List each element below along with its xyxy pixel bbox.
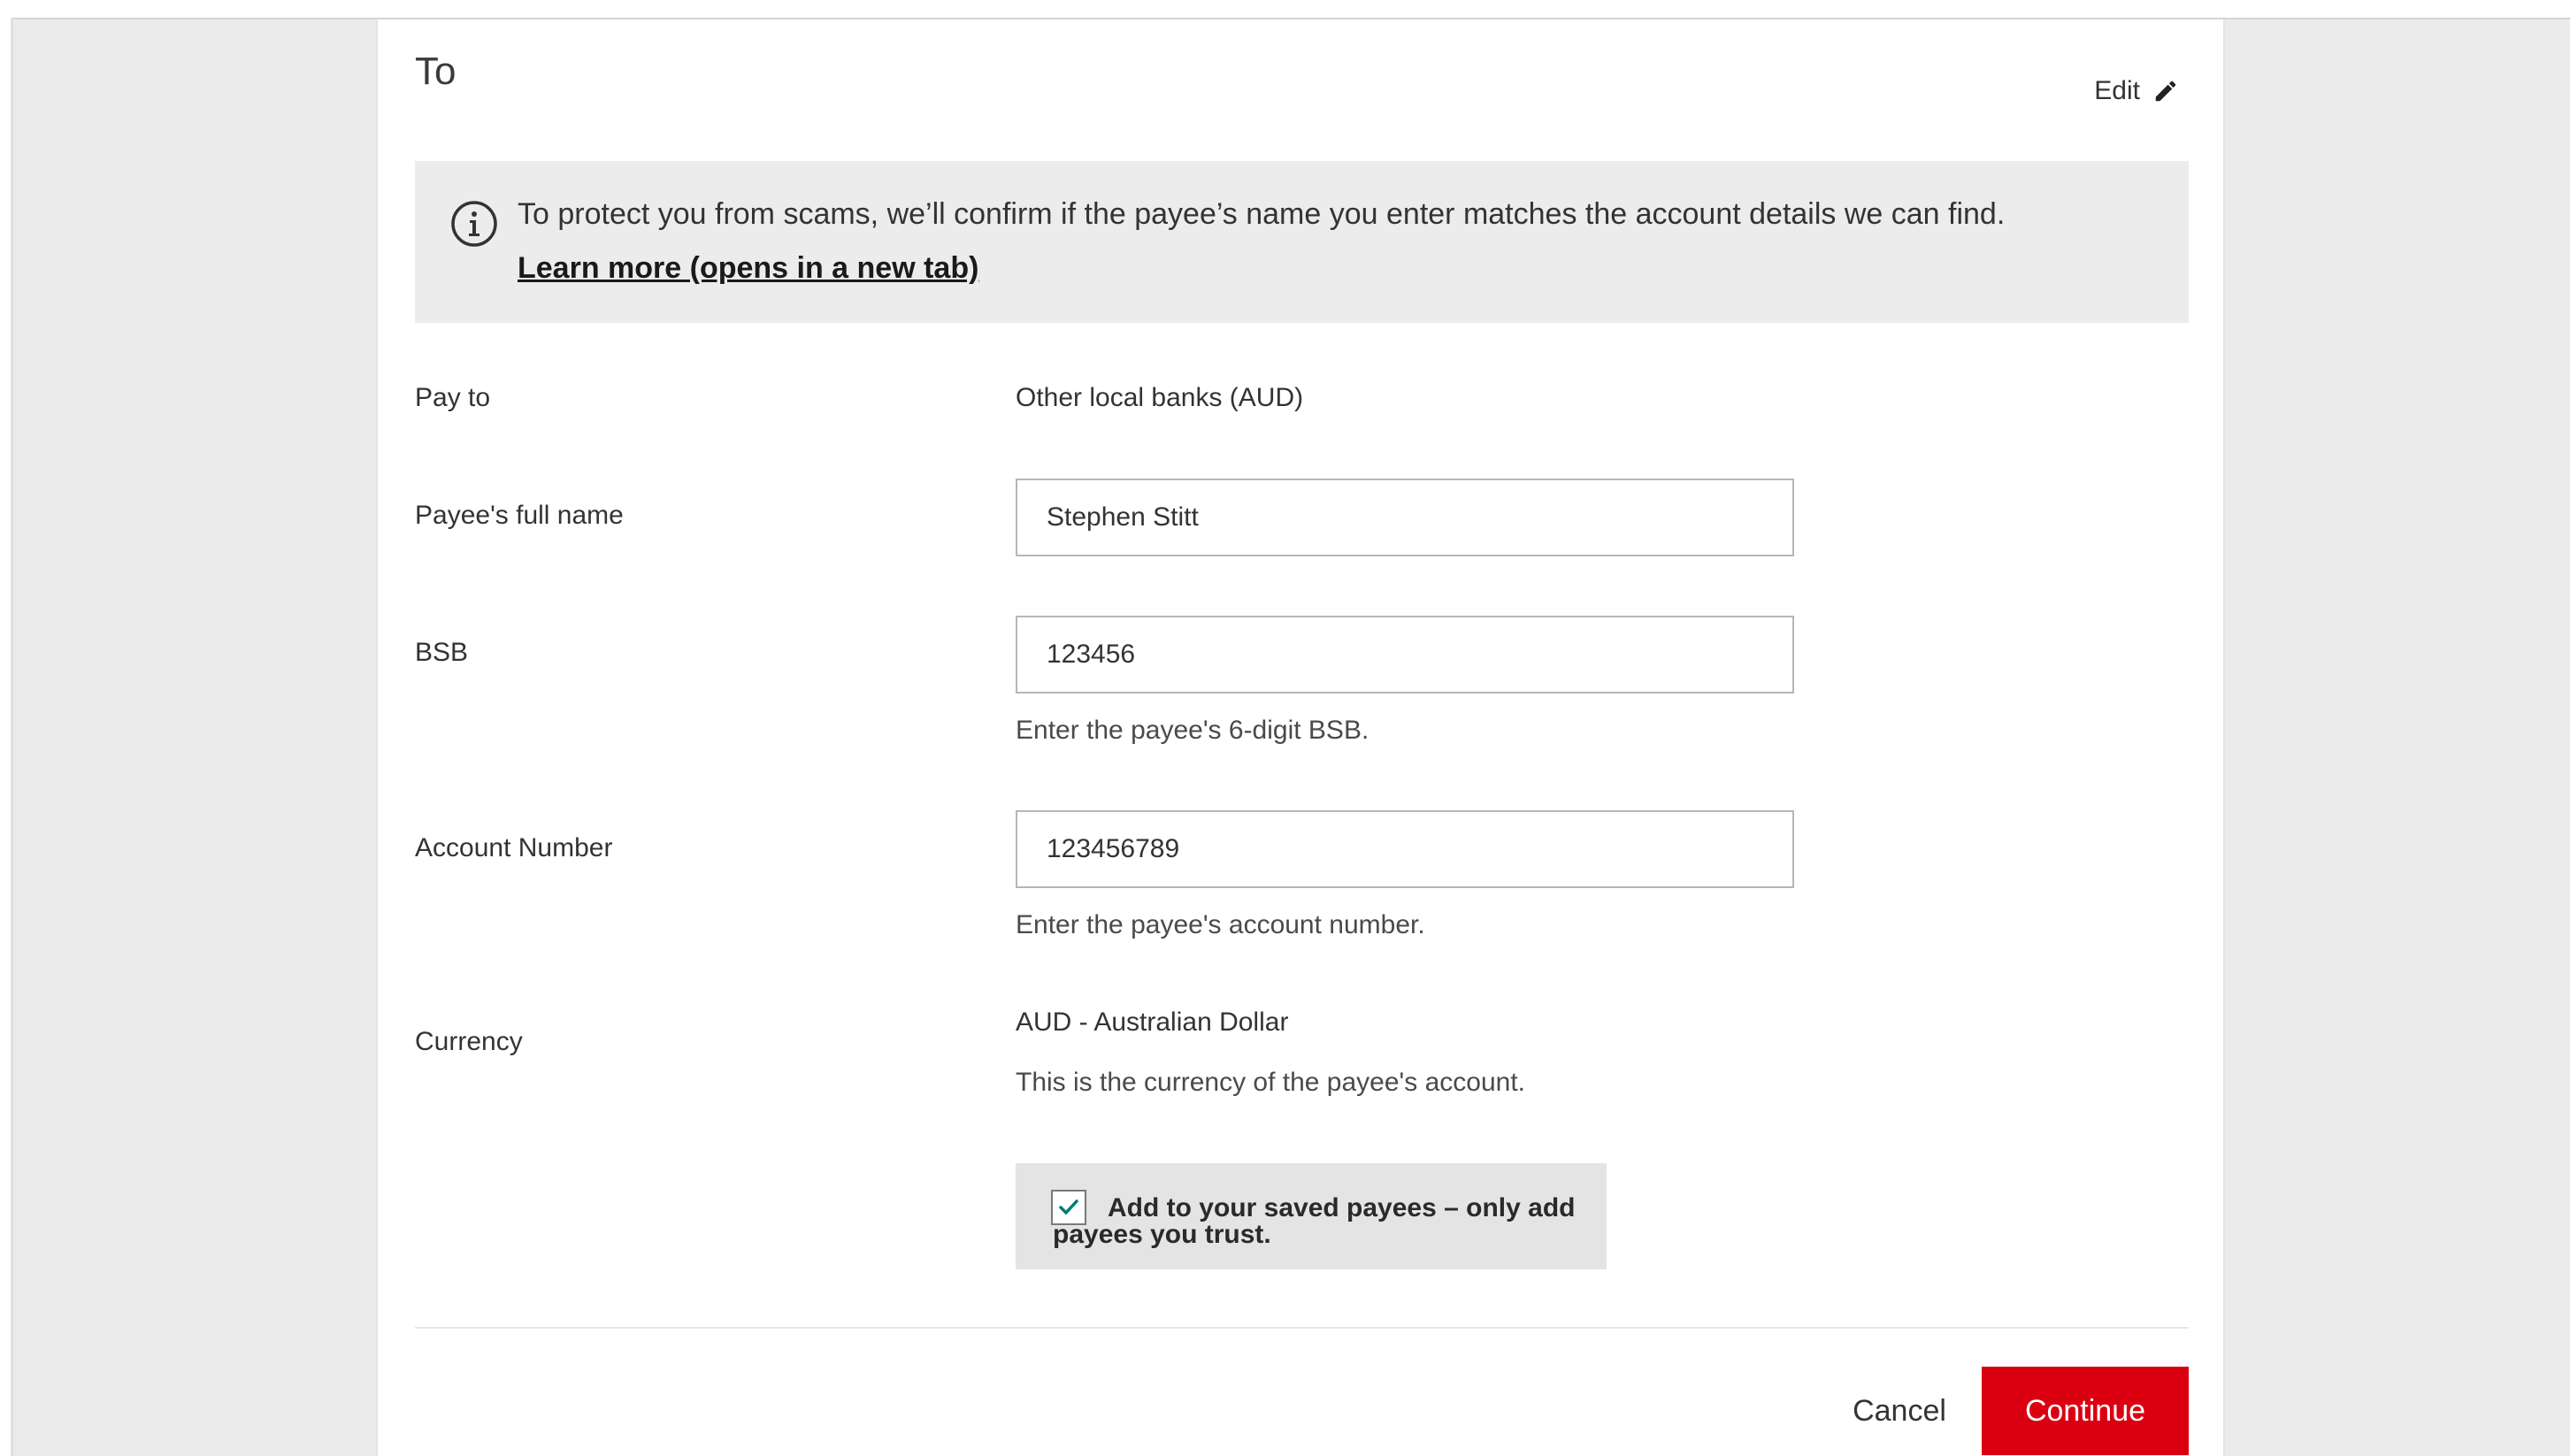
learn-more-link[interactable]: Learn more (opens in a new tab) <box>518 251 978 286</box>
section-title: To <box>415 50 456 93</box>
banner-text: To protect you from scams, we’ll confirm… <box>518 197 2006 231</box>
edit-button[interactable]: Edit <box>2094 76 2179 106</box>
edit-label: Edit <box>2094 76 2140 105</box>
bsb-hint: Enter the payee's 6-digit BSB. <box>1016 716 1369 745</box>
account-number-hint: Enter the payee's account number. <box>1016 910 1425 939</box>
bsb-label: BSB <box>415 638 469 667</box>
currency-label: Currency <box>415 1027 523 1056</box>
scam-protection-banner: To protect you from scams, we’ll confirm… <box>415 161 2189 323</box>
cancel-button[interactable]: Cancel <box>1829 1367 1970 1455</box>
actions-divider <box>415 1327 2189 1329</box>
pay-to-label: Pay to <box>415 383 491 412</box>
bsb-input[interactable] <box>1016 616 1794 694</box>
info-icon <box>451 201 497 247</box>
payee-name-label: Payee's full name <box>415 501 624 530</box>
pay-to-value: Other local banks (AUD) <box>1016 383 1304 412</box>
save-payee-label[interactable]: Add to your saved payees – only add paye… <box>1053 1195 1584 1248</box>
pencil-icon <box>2155 80 2176 102</box>
currency-hint: This is the currency of the payee's acco… <box>1016 1068 1526 1097</box>
save-payee-option: Add to your saved payees – only add paye… <box>1016 1163 1607 1269</box>
account-number-input[interactable] <box>1016 810 1794 888</box>
payee-name-input[interactable] <box>1016 479 1794 556</box>
payee-details-card: To Edit To protect you from scams, we’ll… <box>376 19 2225 1456</box>
currency-value: AUD - Australian Dollar <box>1016 1008 1289 1037</box>
continue-button[interactable]: Continue <box>1982 1367 2189 1455</box>
account-number-label: Account Number <box>415 833 613 862</box>
